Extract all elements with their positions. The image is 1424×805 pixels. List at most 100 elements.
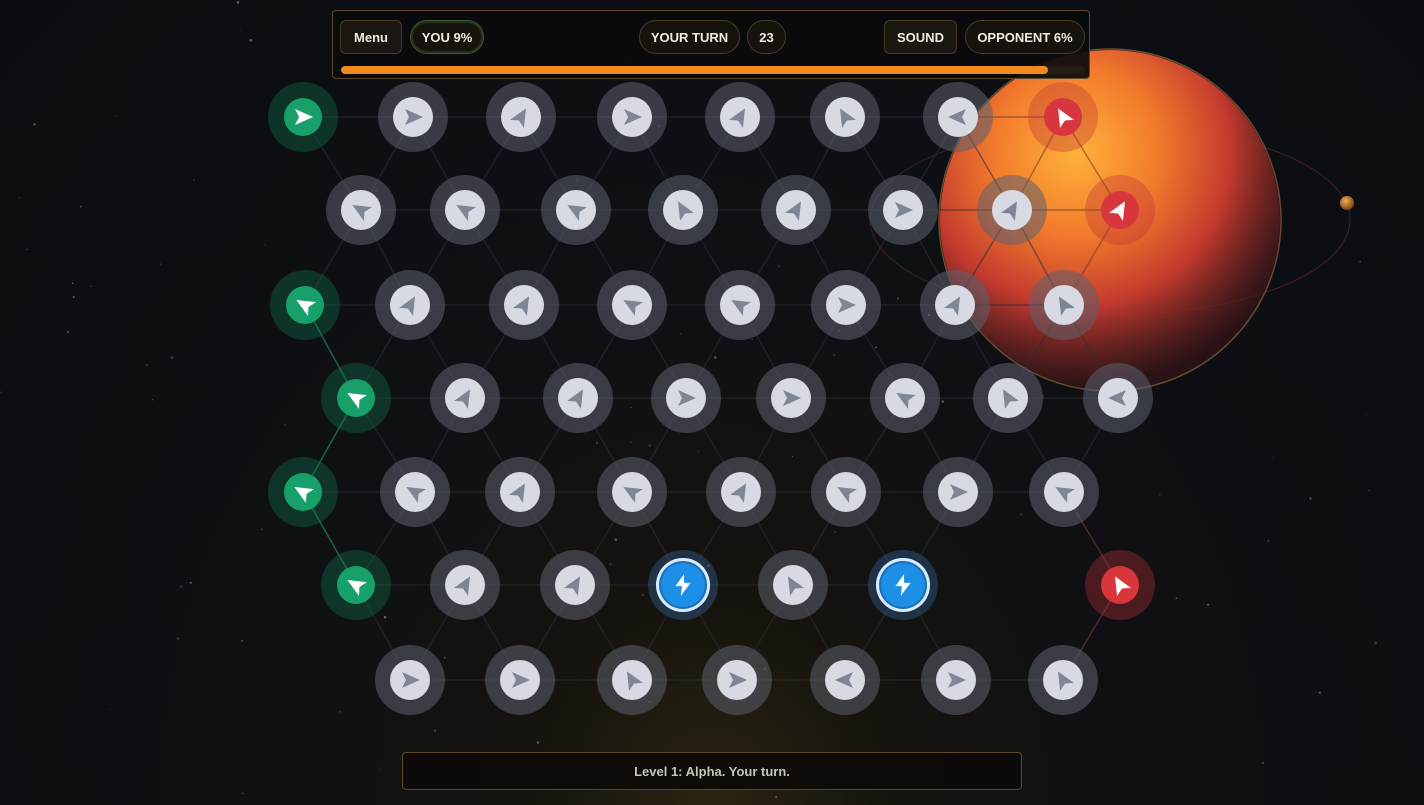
node-core: [556, 190, 596, 230]
neutral-node[interactable]: [811, 457, 881, 527]
node-core: [938, 472, 978, 512]
lightning-bolt-icon: [895, 574, 911, 596]
neutral-node[interactable]: [648, 175, 718, 245]
neutral-node[interactable]: [485, 645, 555, 715]
arrow-icon: [835, 672, 853, 688]
neutral-node[interactable]: [430, 550, 500, 620]
arrow-icon: [567, 389, 583, 409]
neutral-node[interactable]: [1029, 270, 1099, 340]
arrow-icon: [564, 576, 580, 596]
node-core: [612, 472, 652, 512]
node-core: [286, 286, 324, 324]
node-core: [883, 190, 923, 230]
neutral-node[interactable]: [973, 363, 1043, 433]
neutral-node[interactable]: [810, 645, 880, 715]
neutral-node[interactable]: [705, 82, 775, 152]
node-core: [773, 565, 813, 605]
neutral-node[interactable]: [486, 82, 556, 152]
node-core: [612, 97, 652, 137]
neutral-node[interactable]: [541, 175, 611, 245]
power-node[interactable]: [648, 550, 718, 620]
arrow-icon: [623, 487, 643, 503]
neutral-node[interactable]: [811, 270, 881, 340]
arrow-icon: [624, 109, 642, 125]
neutral-node[interactable]: [1028, 645, 1098, 715]
neutral-node[interactable]: [810, 82, 880, 152]
neutral-node[interactable]: [761, 175, 831, 245]
arrow-icon: [785, 201, 801, 221]
node-core: [393, 97, 433, 137]
node-core: [720, 285, 760, 325]
neutral-node[interactable]: [921, 645, 991, 715]
node-core: [826, 472, 866, 512]
player-node[interactable]: [270, 270, 340, 340]
node-core: [612, 660, 652, 700]
neutral-node[interactable]: [920, 270, 990, 340]
neutral-node[interactable]: [756, 363, 826, 433]
player-node[interactable]: [268, 82, 338, 152]
node-core: [935, 285, 975, 325]
neutral-node[interactable]: [651, 363, 721, 433]
player-node[interactable]: [321, 363, 391, 433]
neutral-node[interactable]: [977, 175, 1047, 245]
node-core: [825, 660, 865, 700]
arrow-icon: [1055, 487, 1075, 503]
arrow-icon: [454, 576, 470, 596]
neutral-node[interactable]: [597, 270, 667, 340]
neutral-node[interactable]: [758, 550, 828, 620]
turn-progress-bar: [341, 66, 1085, 74]
neutral-node[interactable]: [485, 457, 555, 527]
arrow-icon: [731, 300, 751, 316]
node-core: [1098, 378, 1138, 418]
node-core: [720, 97, 760, 137]
player-node[interactable]: [321, 550, 391, 620]
neutral-node[interactable]: [1083, 363, 1153, 433]
enemy-node[interactable]: [1085, 175, 1155, 245]
player-score-badge: YOU 9%: [410, 20, 484, 54]
node-core: [395, 472, 435, 512]
neutral-node[interactable]: [380, 457, 450, 527]
arrow-icon: [1001, 201, 1017, 221]
neutral-node[interactable]: [870, 363, 940, 433]
neutral-node[interactable]: [868, 175, 938, 245]
neutral-node[interactable]: [540, 550, 610, 620]
enemy-node[interactable]: [1028, 82, 1098, 152]
neutral-node[interactable]: [597, 82, 667, 152]
node-core: [1044, 285, 1084, 325]
sound-button[interactable]: SOUND: [884, 20, 957, 54]
neutral-node[interactable]: [430, 175, 500, 245]
neutral-node[interactable]: [489, 270, 559, 340]
node-core: [445, 378, 485, 418]
neutral-node[interactable]: [702, 645, 772, 715]
neutral-node[interactable]: [923, 82, 993, 152]
neutral-node[interactable]: [375, 270, 445, 340]
arrow-icon: [1058, 671, 1074, 691]
neutral-node[interactable]: [597, 457, 667, 527]
neutral-node[interactable]: [705, 270, 775, 340]
neutral-node[interactable]: [378, 82, 448, 152]
node-core: [341, 190, 381, 230]
status-message: Level 1: Alpha. Your turn.: [402, 752, 1022, 790]
neutral-node[interactable]: [375, 645, 445, 715]
node-core: [717, 660, 757, 700]
player-node[interactable]: [268, 457, 338, 527]
neutral-node[interactable]: [597, 645, 667, 715]
neutral-node[interactable]: [543, 363, 613, 433]
node-core: [500, 472, 540, 512]
power-core: [656, 558, 710, 612]
neutral-node[interactable]: [923, 457, 993, 527]
neutral-node[interactable]: [706, 457, 776, 527]
power-node[interactable]: [868, 550, 938, 620]
menu-button[interactable]: Menu: [340, 20, 402, 54]
neutral-node[interactable]: [430, 363, 500, 433]
enemy-node[interactable]: [1085, 550, 1155, 620]
node-core: [555, 565, 595, 605]
arrow-icon: [402, 672, 420, 688]
node-core: [445, 565, 485, 605]
node-core: [826, 285, 866, 325]
node-core: [776, 190, 816, 230]
neutral-node[interactable]: [326, 175, 396, 245]
arrow-icon: [347, 580, 367, 596]
arrow-icon: [399, 296, 415, 316]
neutral-node[interactable]: [1029, 457, 1099, 527]
